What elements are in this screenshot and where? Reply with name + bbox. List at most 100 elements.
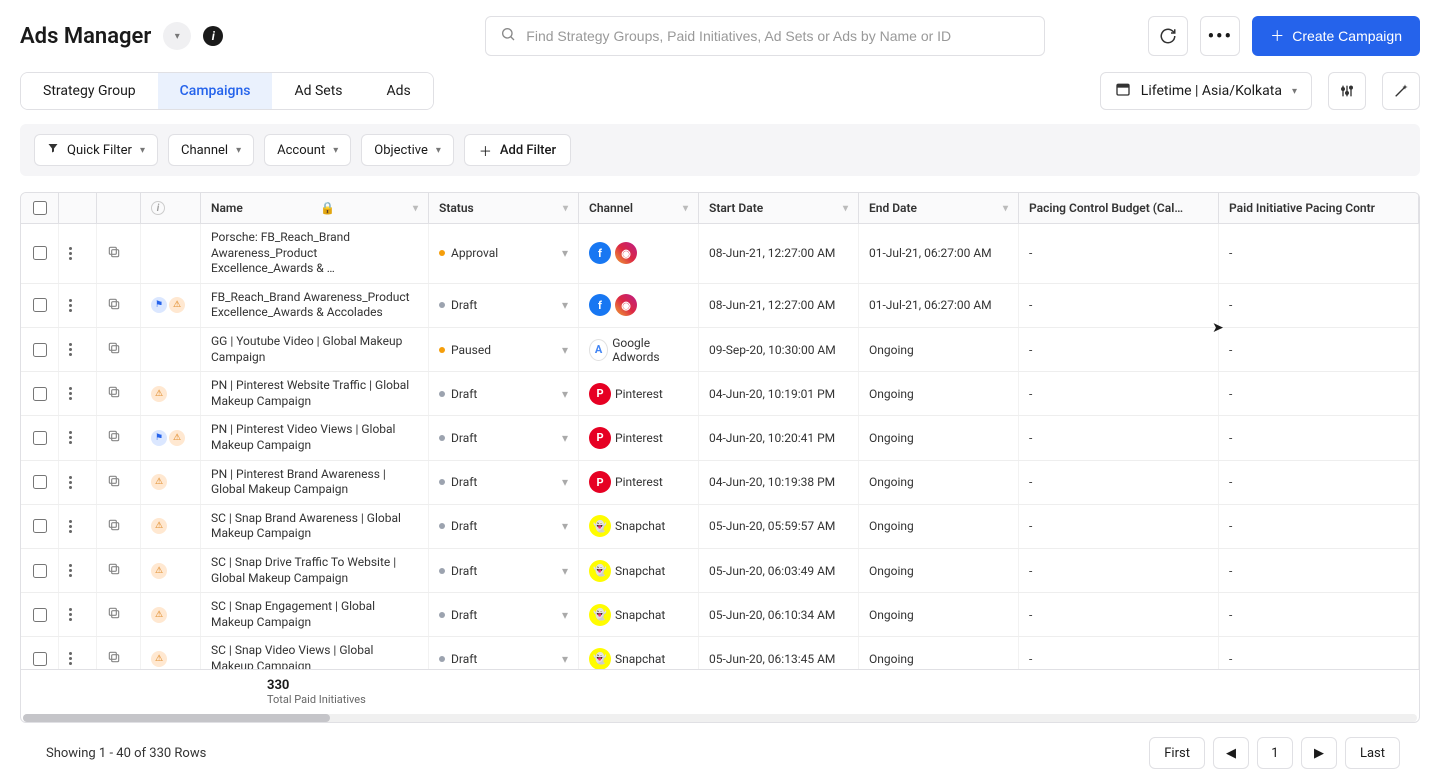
status-dropdown[interactable]: ▾ — [562, 652, 568, 666]
filter-objective[interactable]: Objective▾ — [361, 134, 454, 166]
sort-icon[interactable]: ▾ — [683, 203, 688, 214]
status-dropdown[interactable]: ▾ — [562, 564, 568, 578]
row-menu-button[interactable] — [69, 343, 72, 356]
duplicate-icon[interactable] — [107, 341, 121, 358]
columns-settings-button[interactable] — [1328, 72, 1366, 110]
horizontal-scrollbar[interactable] — [23, 714, 1417, 722]
row-checkbox[interactable] — [33, 343, 47, 357]
campaign-name[interactable]: SC | Snap Brand Awareness | Global Makeu… — [201, 505, 429, 548]
col-pacing[interactable]: Pacing Control Budget (Cal… — [1019, 193, 1219, 223]
app-dropdown[interactable]: ▾ — [163, 22, 191, 50]
campaign-name[interactable]: Porsche: FB_Reach_Brand Awareness_Produc… — [201, 224, 429, 283]
refresh-button[interactable] — [1148, 16, 1188, 56]
validation-badge-icon: ⚑ — [151, 430, 167, 446]
row-checkbox[interactable] — [33, 298, 47, 312]
col-paid[interactable]: Paid Initiative Pacing Contr — [1219, 193, 1419, 223]
row-menu-button[interactable] — [69, 431, 72, 444]
sort-icon[interactable]: ▾ — [1003, 203, 1008, 214]
campaign-name[interactable]: SC | Snap Video Views | Global Makeup Ca… — [201, 637, 429, 669]
tab-campaigns[interactable]: Campaigns — [158, 73, 273, 109]
row-menu-button[interactable] — [69, 476, 72, 489]
col-end[interactable]: End Date▾ — [859, 193, 1019, 223]
campaign-name[interactable]: FB_Reach_Brand Awareness_Product Excelle… — [201, 284, 429, 327]
row-checkbox[interactable] — [33, 387, 47, 401]
row-menu-button[interactable] — [69, 564, 72, 577]
duplicate-icon[interactable] — [107, 245, 121, 262]
duplicate-icon[interactable] — [107, 562, 121, 579]
paid-value: - — [1219, 549, 1419, 592]
row-checkbox[interactable] — [33, 431, 47, 445]
status-dropdown[interactable]: ▾ — [562, 431, 568, 445]
more-menu-button[interactable]: ••• — [1200, 16, 1240, 56]
sort-icon[interactable]: ▾ — [413, 203, 418, 214]
magic-button[interactable] — [1382, 72, 1420, 110]
tab-ad-sets[interactable]: Ad Sets — [272, 73, 364, 109]
col-start[interactable]: Start Date ▾ — [699, 193, 859, 223]
col-errors: i — [141, 193, 201, 223]
row-checkbox[interactable] — [33, 652, 47, 666]
duplicate-icon[interactable] — [107, 606, 121, 623]
sort-icon[interactable]: ▾ — [843, 203, 848, 214]
prev-page-button[interactable]: ◀ — [1213, 737, 1249, 769]
last-page-button[interactable]: Last — [1345, 737, 1400, 769]
status-dropdown[interactable]: ▾ — [562, 343, 568, 357]
duplicate-icon[interactable] — [107, 518, 121, 535]
quick-filter-button[interactable]: Quick Filter ▾ — [34, 134, 158, 166]
col-start-label: Start Date — [709, 201, 763, 215]
info-icon[interactable]: i — [203, 26, 223, 46]
timerange-dropdown[interactable]: Lifetime | Asia/Kolkata ▾ — [1100, 72, 1312, 110]
tab-ads[interactable]: Ads — [365, 73, 433, 109]
search-bar[interactable] — [485, 16, 1045, 56]
status-dropdown[interactable]: ▾ — [562, 387, 568, 401]
pagination-bar: Showing 1 - 40 of 330 Rows First ◀ 1 ▶ L… — [0, 723, 1440, 783]
campaign-name[interactable]: PN | Pinterest Website Traffic | Global … — [201, 372, 429, 415]
search-input[interactable] — [526, 28, 1030, 44]
create-campaign-button[interactable]: ＋ Create Campaign — [1252, 16, 1420, 56]
next-page-button[interactable]: ▶ — [1301, 737, 1337, 769]
paid-value: - — [1219, 637, 1419, 669]
page-number[interactable]: 1 — [1257, 737, 1293, 769]
row-checkbox[interactable] — [33, 608, 47, 622]
campaign-name[interactable]: PN | Pinterest Video Views | Global Make… — [201, 416, 429, 459]
duplicate-icon[interactable] — [107, 474, 121, 491]
row-checkbox[interactable] — [33, 564, 47, 578]
row-menu-button[interactable] — [69, 299, 72, 312]
row-menu-button[interactable] — [69, 387, 72, 400]
col-status[interactable]: Status▾ — [429, 193, 579, 223]
col-channel[interactable]: Channel▾ — [579, 193, 699, 223]
duplicate-icon[interactable] — [107, 297, 121, 314]
row-menu-button[interactable] — [69, 608, 72, 621]
status-dropdown[interactable]: ▾ — [562, 519, 568, 533]
status-dropdown[interactable]: ▾ — [562, 608, 568, 622]
duplicate-icon[interactable] — [107, 385, 121, 402]
first-page-button[interactable]: First — [1149, 737, 1205, 769]
campaign-name[interactable]: SC | Snap Engagement | Global Makeup Cam… — [201, 593, 429, 636]
row-checkbox[interactable] — [33, 519, 47, 533]
add-filter-button[interactable]: ＋Add Filter — [464, 134, 571, 166]
paid-value: - — [1219, 461, 1419, 504]
row-menu-button[interactable] — [69, 520, 72, 533]
status-dropdown[interactable]: ▾ — [562, 298, 568, 312]
row-menu-button[interactable] — [69, 652, 72, 665]
filter-account[interactable]: Account▾ — [264, 134, 351, 166]
tab-strategy-group[interactable]: Strategy Group — [21, 73, 158, 109]
sort-icon[interactable]: ▾ — [563, 203, 568, 214]
table-scroll[interactable]: i Name🔒▾ Status▾ Channel▾ Start Date ▾ En… — [21, 193, 1419, 669]
row-checkbox[interactable] — [33, 246, 47, 260]
duplicate-icon[interactable] — [107, 429, 121, 446]
filter-channel[interactable]: Channel▾ — [168, 134, 254, 166]
row-menu-button[interactable] — [69, 247, 72, 260]
select-all-checkbox[interactable] — [33, 201, 47, 215]
duplicate-icon[interactable] — [107, 650, 121, 667]
campaign-name[interactable]: PN | Pinterest Brand Awareness | Global … — [201, 461, 429, 504]
status-dot-icon — [439, 568, 445, 574]
campaign-name[interactable]: SC | Snap Drive Traffic To Website | Glo… — [201, 549, 429, 592]
end-date: Ongoing — [859, 416, 1019, 459]
status-dropdown[interactable]: ▾ — [562, 246, 568, 260]
row-checkbox[interactable] — [33, 475, 47, 489]
status-dropdown[interactable]: ▾ — [562, 475, 568, 489]
paid-value: - — [1219, 224, 1419, 283]
filter-channel-label: Channel — [181, 143, 228, 158]
campaign-name[interactable]: GG | Youtube Video | Global Makeup Campa… — [201, 328, 429, 371]
col-name[interactable]: Name🔒▾ — [201, 193, 429, 223]
